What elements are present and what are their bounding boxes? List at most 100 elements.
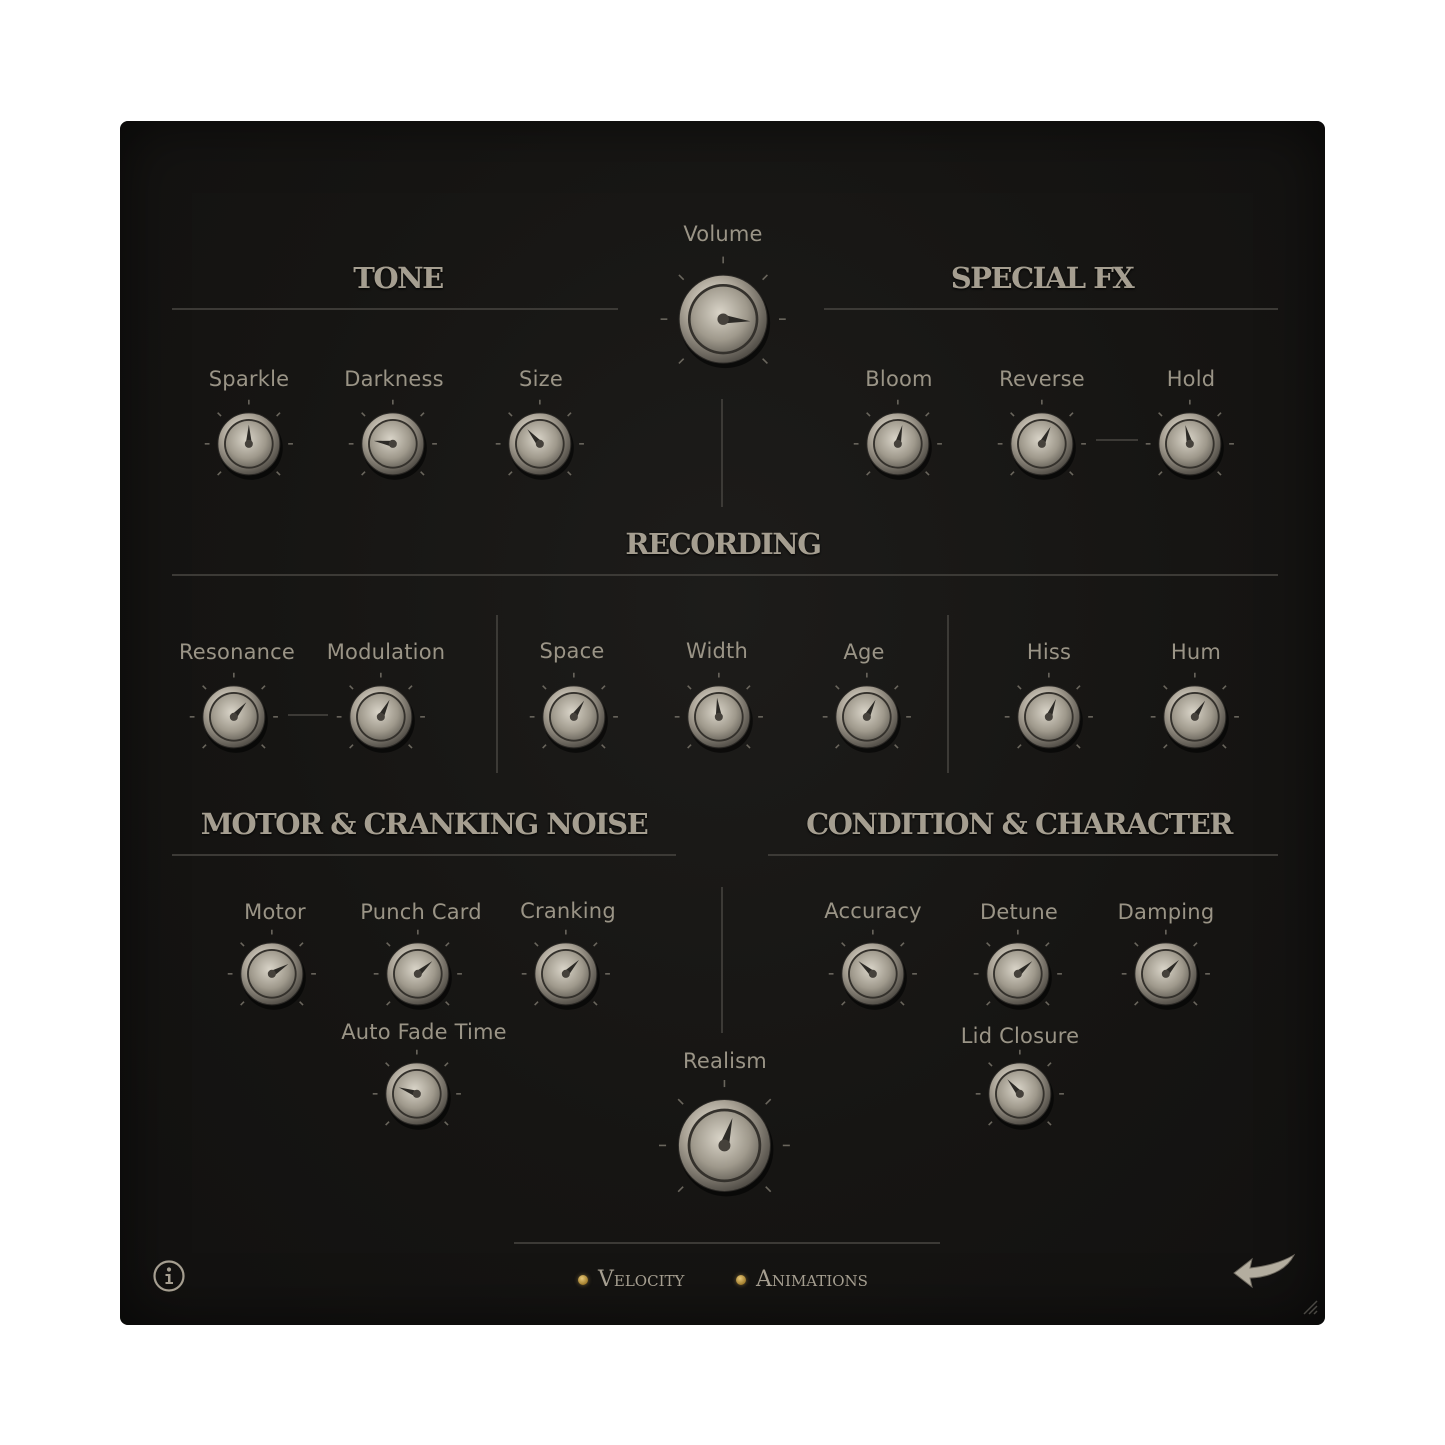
velocity-toggle[interactable]: Velocity <box>578 1267 684 1292</box>
size-knob[interactable] <box>489 393 591 495</box>
volume-knob[interactable] <box>651 247 795 391</box>
space-knob[interactable] <box>523 666 625 768</box>
bloom-knob[interactable] <box>847 393 949 495</box>
age-knob-graphic <box>822 672 912 754</box>
knob-tick <box>1222 744 1227 749</box>
knob-tick <box>1158 471 1163 476</box>
knob-tick <box>925 471 930 476</box>
knob-tick <box>593 1001 598 1006</box>
knob-hub <box>376 712 386 722</box>
knob-tick <box>1193 1001 1198 1006</box>
cranking-knob-graphic <box>521 929 611 1011</box>
knob-tick <box>408 744 413 749</box>
knob-tick <box>986 942 991 947</box>
knob-label-resonance: Resonance <box>178 640 296 664</box>
knob-tick <box>386 942 391 947</box>
knob-tick <box>988 1062 993 1067</box>
back-arrow-icon[interactable] <box>1230 1253 1300 1293</box>
knob-label-size: Size <box>519 367 563 391</box>
knob-tick <box>408 685 413 690</box>
hold-knob[interactable] <box>1139 393 1241 495</box>
knob-hub <box>868 969 878 979</box>
realism-knob[interactable] <box>649 1070 800 1221</box>
divider-recording <box>172 574 1278 576</box>
knob-tick <box>687 685 692 690</box>
knob-tick <box>240 1001 245 1006</box>
knob-label-modulation: Modulation <box>326 640 446 664</box>
reverse-knob[interactable] <box>991 393 1093 495</box>
knob-hub <box>1161 969 1171 979</box>
knob-hub <box>413 969 423 979</box>
knob-tick <box>1158 412 1163 417</box>
knob-tick <box>361 412 366 417</box>
knob-tick <box>385 1062 390 1067</box>
knob-tick <box>349 685 354 690</box>
knob-tick <box>1047 1121 1052 1126</box>
knob-tick <box>1163 685 1168 690</box>
width-knob[interactable] <box>668 666 770 768</box>
resize-grip-icon[interactable] <box>1298 1295 1318 1315</box>
knob-hub <box>388 439 398 449</box>
lid-closure-knob[interactable] <box>969 1043 1071 1145</box>
hum-knob[interactable] <box>1144 666 1246 768</box>
knob-tick <box>534 1001 539 1006</box>
divider-footer <box>514 1242 940 1244</box>
animations-toggle[interactable]: Animations <box>736 1267 868 1292</box>
velocity-label: Velocity <box>598 1267 685 1292</box>
knob-tick <box>444 1062 449 1067</box>
motor-knob-graphic <box>227 929 317 1011</box>
knob-tick <box>1069 471 1074 476</box>
resonance-knob[interactable] <box>183 666 285 768</box>
knob-tick <box>1010 471 1015 476</box>
space-knob-graphic <box>529 672 619 754</box>
darkness-knob[interactable] <box>342 393 444 495</box>
divider-recording-right <box>947 615 949 773</box>
knob-tick <box>534 942 539 947</box>
divider-special-fx <box>824 308 1278 310</box>
knob-tick <box>835 685 840 690</box>
accuracy-knob[interactable] <box>822 923 924 1025</box>
darkness-knob-graphic <box>348 399 438 481</box>
knob-tick <box>349 744 354 749</box>
knob-tick <box>1017 744 1022 749</box>
knob-tick <box>1045 1001 1050 1006</box>
sparkle-knob-graphic <box>204 399 294 481</box>
auto-fade-time-knob[interactable] <box>366 1043 468 1145</box>
knob-tick <box>1193 942 1198 947</box>
knob-tick <box>202 744 207 749</box>
knob-hub <box>1013 969 1023 979</box>
width-knob-graphic <box>674 672 764 754</box>
divider-center-bottom <box>721 887 723 1033</box>
knob-tick <box>202 685 207 690</box>
info-icon[interactable] <box>152 1259 186 1293</box>
knob-tick <box>299 942 304 947</box>
cranking-knob[interactable] <box>515 923 617 1025</box>
knob-hub <box>535 439 545 449</box>
knob-tick <box>445 1001 450 1006</box>
knob-tick <box>567 412 572 417</box>
knob-label-bloom: Bloom <box>865 367 933 391</box>
detune-knob[interactable] <box>967 923 1069 1025</box>
sparkle-knob[interactable] <box>198 393 300 495</box>
punch-card-knob[interactable] <box>367 923 469 1025</box>
age-knob[interactable] <box>816 666 918 768</box>
damping-knob[interactable] <box>1115 923 1217 1025</box>
knob-tick <box>508 471 513 476</box>
knob-tick <box>386 1001 391 1006</box>
modulation-knob[interactable] <box>330 666 432 768</box>
knob-tick <box>240 942 245 947</box>
animations-led-icon <box>736 1274 746 1285</box>
knob-tick <box>1217 471 1222 476</box>
knob-label-hum: Hum <box>1170 640 1222 664</box>
knob-label-space: Space <box>539 639 605 663</box>
knob-tick <box>1069 412 1074 417</box>
auto-fade-knob-graphic <box>372 1049 462 1131</box>
knob-label-accuracy: Accuracy <box>824 899 922 923</box>
motor-knob[interactable] <box>221 923 323 1025</box>
hiss-knob[interactable] <box>998 666 1100 768</box>
damping-knob-graphic <box>1121 929 1211 1011</box>
knob-tick <box>866 412 871 417</box>
knob-tick <box>601 744 606 749</box>
knob-hub <box>412 1089 422 1099</box>
knob-tick <box>593 942 598 947</box>
